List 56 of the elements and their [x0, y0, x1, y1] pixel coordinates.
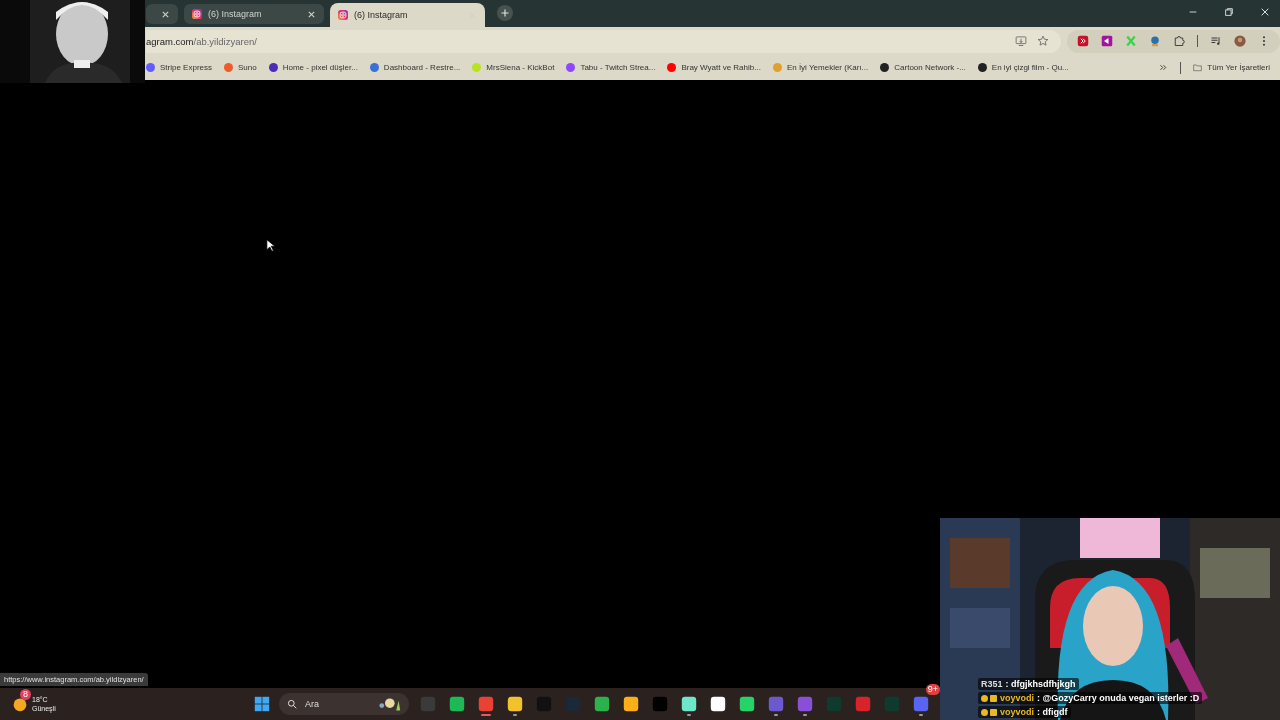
extension-icon[interactable] [1149, 35, 1161, 47]
chevron-icon[interactable] [1159, 63, 1169, 72]
search-input[interactable]: Ara [303, 698, 371, 710]
bookmark[interactable]: Tabu - Twitch Strea... [566, 63, 656, 72]
bookmark[interactable]: En iyi çizgi film - Qu... [977, 63, 1069, 72]
chat-message: : dfigdf [1037, 707, 1068, 717]
bookmark[interactable]: En İyi Yemekler (Karı... [772, 63, 869, 72]
app-icon[interactable] [710, 696, 726, 712]
app-icon[interactable] [594, 696, 610, 712]
bookmarks-folder[interactable]: Tüm Yer İşaretleri [1193, 63, 1270, 72]
restore-icon[interactable] [1224, 7, 1234, 17]
bookmark[interactable]: Cartoon Network -... [880, 63, 966, 72]
chat-username: voyvodi [1000, 693, 1034, 703]
chat-badges [981, 708, 997, 716]
media-icon[interactable] [1210, 35, 1222, 47]
profile-avatar[interactable] [1234, 35, 1246, 47]
browser-tab[interactable]: (6) Instagram [330, 3, 485, 27]
puzzle-icon[interactable] [1173, 35, 1185, 47]
app-icon[interactable] [681, 696, 697, 712]
notification-badge: 9+ [925, 684, 940, 695]
bookmark[interactable]: Stripe Express [146, 63, 213, 72]
camera-icon [338, 10, 348, 20]
install-icon[interactable] [1015, 35, 1027, 47]
new-tab-button[interactable] [497, 5, 513, 21]
chat-badges [981, 694, 997, 702]
bookmark[interactable]: Dashboard - Restre... [369, 63, 461, 72]
bookmark[interactable]: Suno [224, 63, 257, 72]
search-highlight-icon [377, 696, 401, 712]
camera-icon [192, 9, 202, 19]
extension-icon[interactable] [1077, 35, 1089, 47]
search-bar[interactable]: Ara [279, 693, 409, 715]
app-icon[interactable] [449, 696, 465, 712]
address-bar[interactable]: agram.com/ab.yildizyaren/ [146, 29, 1061, 53]
close-icon[interactable] [161, 9, 170, 19]
bookmark[interactable]: Home - pixel düşler... [268, 63, 358, 72]
browser-tab[interactable] [146, 4, 178, 24]
search-icon [287, 699, 297, 709]
start-icon[interactable] [254, 696, 270, 712]
chat-username: R351 [981, 679, 1003, 689]
chat-message: : dfgjkhsdfhjkgh [1005, 679, 1076, 689]
bookmark[interactable]: MrsSiena - KickBot [472, 63, 555, 72]
chat-username: voyvodi [1000, 707, 1034, 717]
close-icon[interactable] [307, 9, 316, 19]
app-icon[interactable] [507, 696, 523, 712]
app-icon[interactable] [739, 696, 755, 712]
url-text: agram.com/ab.yildizyaren/ [146, 35, 257, 47]
bookmark[interactable]: Bray Wyatt ve Rahib... [667, 63, 761, 72]
cursor-icon [266, 239, 275, 252]
browser-tab[interactable]: (6) Instagram [184, 4, 324, 24]
app-icon[interactable] [623, 696, 639, 712]
extension-icon[interactable] [1101, 35, 1113, 47]
chat-message: : @GozyCarry onuda vegan isterler :D [1037, 693, 1200, 703]
notification-badge: 8 [20, 689, 31, 700]
folder-icon [1193, 63, 1203, 72]
star-icon[interactable] [1037, 35, 1049, 47]
sun-icon [12, 696, 28, 712]
